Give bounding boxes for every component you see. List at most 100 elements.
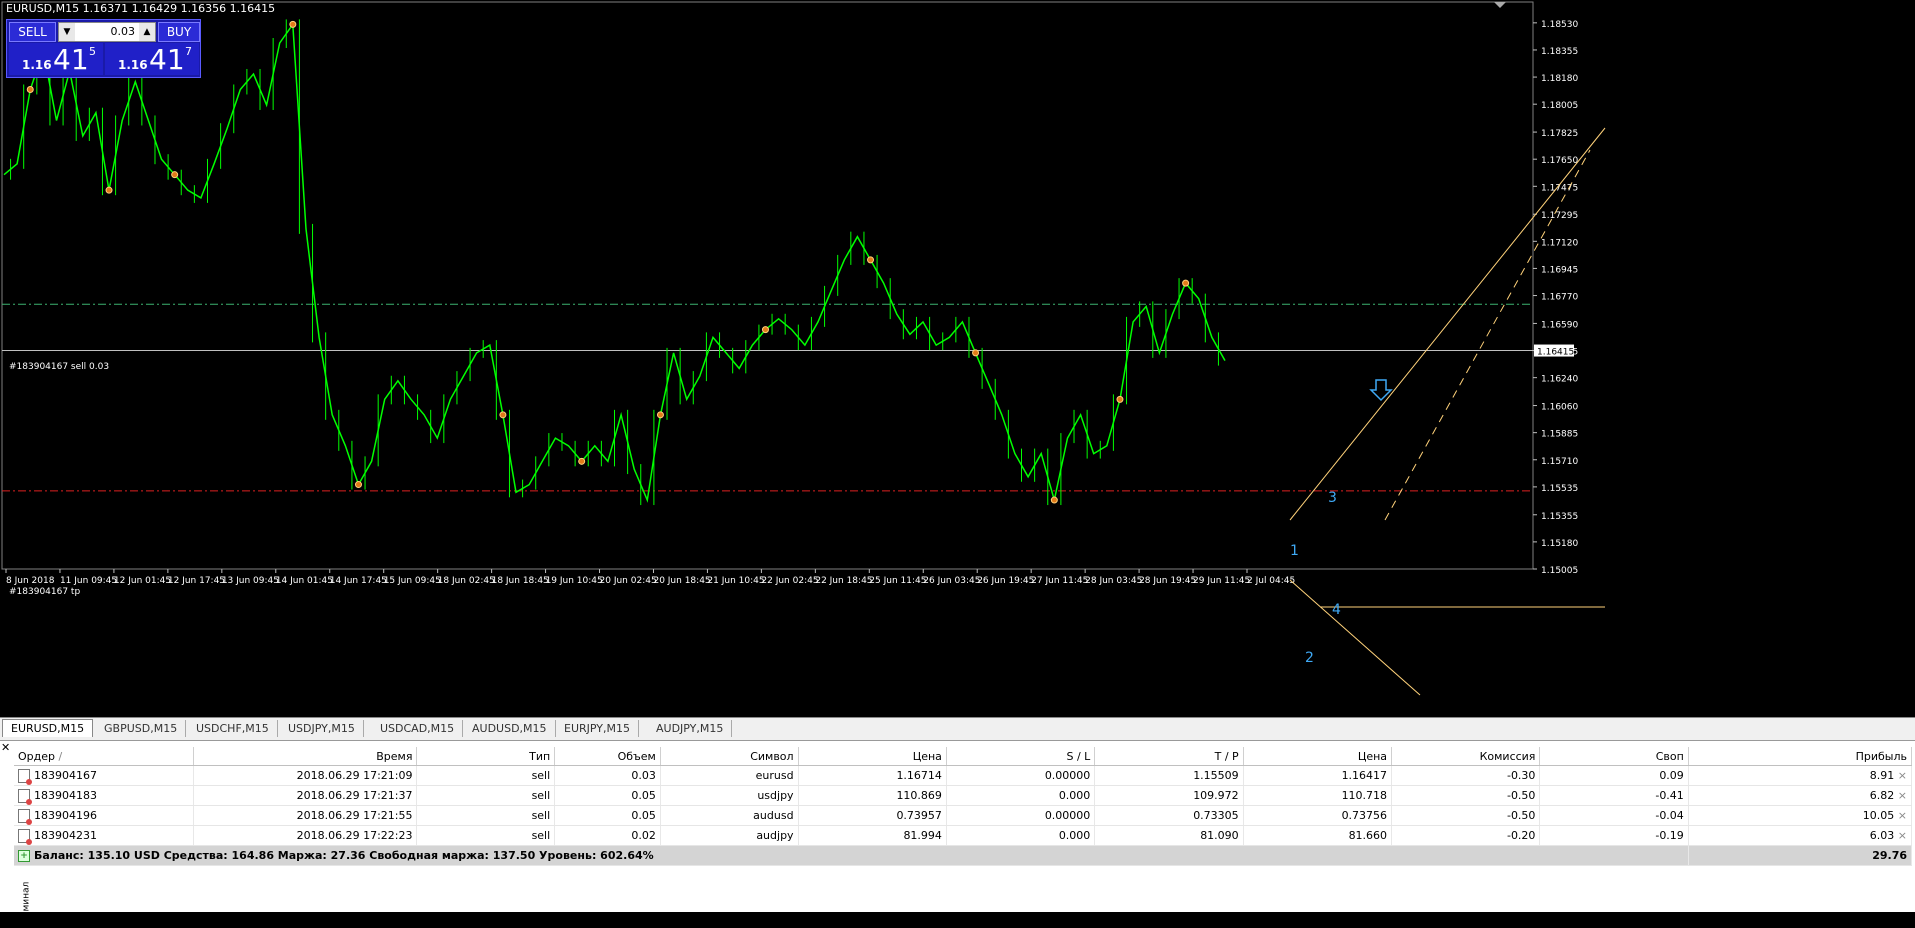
x-tick-label: 14 Jun 17:45 (330, 576, 387, 586)
order-type: sell (416, 765, 556, 786)
order-current-price: 81.660 (1243, 825, 1393, 846)
x-tick-label: 28 Jun 03:45 (1085, 576, 1142, 586)
order-id: 183904167 (34, 768, 97, 782)
fractal-marker (171, 171, 179, 179)
sell-price-fraction: 5 (89, 45, 96, 58)
order-tp: 81.090 (1094, 825, 1244, 846)
lot-decrease-icon[interactable]: ▼ (59, 23, 75, 41)
fractal-marker (354, 481, 362, 489)
order-row[interactable]: 183904167 2018.06.29 17:21:09 sell 0.03 euru… (14, 765, 1913, 786)
lot-size-field[interactable]: ▼ ▲ (58, 22, 156, 42)
col-swap[interactable]: Своп (1539, 747, 1689, 766)
order-row[interactable]: 183904231 2018.06.29 17:22:23 sell 0.02 audj… (14, 825, 1913, 846)
col-volume[interactable]: Объем (554, 747, 661, 766)
order-current-price: 110.718 (1243, 785, 1393, 806)
order-id: 183904196 (34, 808, 97, 822)
plot-frame (1, 1, 1534, 570)
order-commission: -0.50 (1391, 805, 1541, 826)
y-tick-label: 1.18530 (1541, 20, 1578, 30)
close-order-icon[interactable]: × (1898, 809, 1907, 822)
col-price[interactable]: Цена (798, 747, 947, 766)
x-tick-label: 12 Jun 01:45 (114, 576, 171, 586)
tab-audusd-m15[interactable]: AUDUSD,M15 (464, 720, 556, 737)
order-sl: 0.00000 (946, 805, 1096, 826)
fractal-marker (105, 186, 113, 194)
order-sl: 0.000 (946, 785, 1096, 806)
close-order-icon[interactable]: × (1898, 829, 1907, 842)
y-tick-label: 1.17120 (1541, 238, 1578, 248)
fractal-marker (1116, 395, 1124, 403)
order-price: 1.16714 (798, 765, 947, 786)
order-swap: -0.19 (1539, 825, 1689, 846)
lot-increase-icon[interactable]: ▲ (139, 23, 155, 41)
wave-label: 1 (1290, 543, 1299, 559)
tab-gbpusd-m15[interactable]: GBPUSD,M15 (96, 720, 187, 737)
tab-usdcad-m15[interactable]: USDCAD,M15 (372, 720, 464, 737)
order-price: 0.73957 (798, 805, 947, 826)
fractal-marker (499, 411, 507, 419)
sell-price-pips: 41 (53, 43, 89, 76)
order-tp: 1.15509 (1094, 765, 1244, 786)
col-sl[interactable]: S / L (946, 747, 1096, 766)
y-tick-label: 1.16240 (1541, 375, 1578, 385)
account-icon: + (18, 850, 30, 862)
fractal-marker (578, 457, 586, 465)
buy-button[interactable]: BUY (158, 22, 200, 42)
y-tick-label: 1.18180 (1541, 74, 1578, 84)
order-id: 183904183 (34, 788, 97, 802)
sell-order-icon (18, 788, 32, 805)
order-row[interactable]: 183904196 2018.06.29 17:21:55 sell 0.05 audu… (14, 805, 1913, 826)
tab-audjpy-m15[interactable]: AUDJPY,M15 (648, 720, 733, 737)
col-type[interactable]: Тип (416, 747, 556, 766)
col-time[interactable]: Время (193, 747, 418, 766)
wave-label: 4 (1332, 602, 1341, 618)
order-tp: 109.972 (1094, 785, 1244, 806)
order-swap: -0.41 (1539, 785, 1689, 806)
col-symbol[interactable]: Символ (660, 747, 799, 766)
close-order-icon[interactable]: × (1898, 789, 1907, 802)
tab-eurusd-m15[interactable]: EURUSD,M15 (2, 719, 94, 737)
price-chart[interactable]: 1.18530 1.18355 1.18180 1.18005 1.17825 1.176… (0, 0, 1915, 717)
order-id: 183904231 (34, 828, 97, 842)
account-summary-row: + Баланс: 135.10 USD Средства: 164.86 Мар… (14, 845, 1913, 866)
col-current-price[interactable]: Цена (1243, 747, 1393, 766)
fractal-marker (656, 411, 664, 419)
order-symbol: audusd (660, 805, 799, 826)
sell-price-display[interactable]: 1.16 41 5 (9, 43, 103, 76)
tab-usdchf-m15[interactable]: USDCHF,M15 (188, 720, 278, 737)
trend-line-lower (1289, 579, 1421, 696)
buy-price-display[interactable]: 1.16 41 7 (105, 43, 199, 76)
order-time: 2018.06.29 17:22:23 (193, 825, 418, 846)
x-tick-label: 22 Jun 02:45 (761, 576, 818, 586)
lot-input[interactable] (77, 24, 135, 38)
y-tick-label: 1.16590 (1541, 320, 1578, 330)
order-sl: 0.000 (946, 825, 1096, 846)
col-profit[interactable]: Прибыль (1688, 747, 1913, 766)
col-tp[interactable]: T / P (1094, 747, 1244, 766)
sell-button[interactable]: SELL (9, 22, 56, 42)
order-price: 81.994 (798, 825, 947, 846)
col-order[interactable]: Ордер / (14, 747, 195, 766)
orders-table: Ордер / Время Тип Объем Символ Цена S / … (14, 747, 1913, 866)
y-tick-label: 1.15535 (1541, 484, 1578, 494)
tab-eurjpy-m15[interactable]: EURJPY,M15 (556, 720, 639, 737)
terminal-panel: ✕ Терминал Ордер / Время Тип Объем Симво… (0, 740, 1915, 928)
tab-usdjpy-m15[interactable]: USDJPY,M15 (280, 720, 364, 737)
x-tick-label: 8 Jun 2018 (6, 576, 55, 586)
order-time: 2018.06.29 17:21:37 (193, 785, 418, 806)
order-swap: -0.04 (1539, 805, 1689, 826)
y-tick-label: 1.16060 (1541, 403, 1578, 413)
order-row[interactable]: 183904183 2018.06.29 17:21:37 sell 0.05 usdj… (14, 785, 1913, 806)
col-commission[interactable]: Комиссия (1391, 747, 1541, 766)
sell-order-line-label: #183904167 sell 0.03 (9, 362, 110, 372)
down-arrow-icon (1369, 379, 1393, 402)
y-tick-label: 1.15180 (1541, 539, 1578, 549)
fractal-marker (1182, 279, 1190, 287)
terminal-close-icon[interactable]: ✕ (1, 741, 10, 754)
chart-canvas[interactable]: 1.18530 1.18355 1.18180 1.18005 1.17825 1.176… (0, 0, 1915, 717)
y-tick-label: 1.15710 (1541, 457, 1578, 467)
fractal-marker (972, 349, 980, 357)
close-order-icon[interactable]: × (1898, 769, 1907, 782)
x-tick-label: 20 Jun 02:45 (600, 576, 657, 586)
fractal-marker (761, 326, 769, 334)
